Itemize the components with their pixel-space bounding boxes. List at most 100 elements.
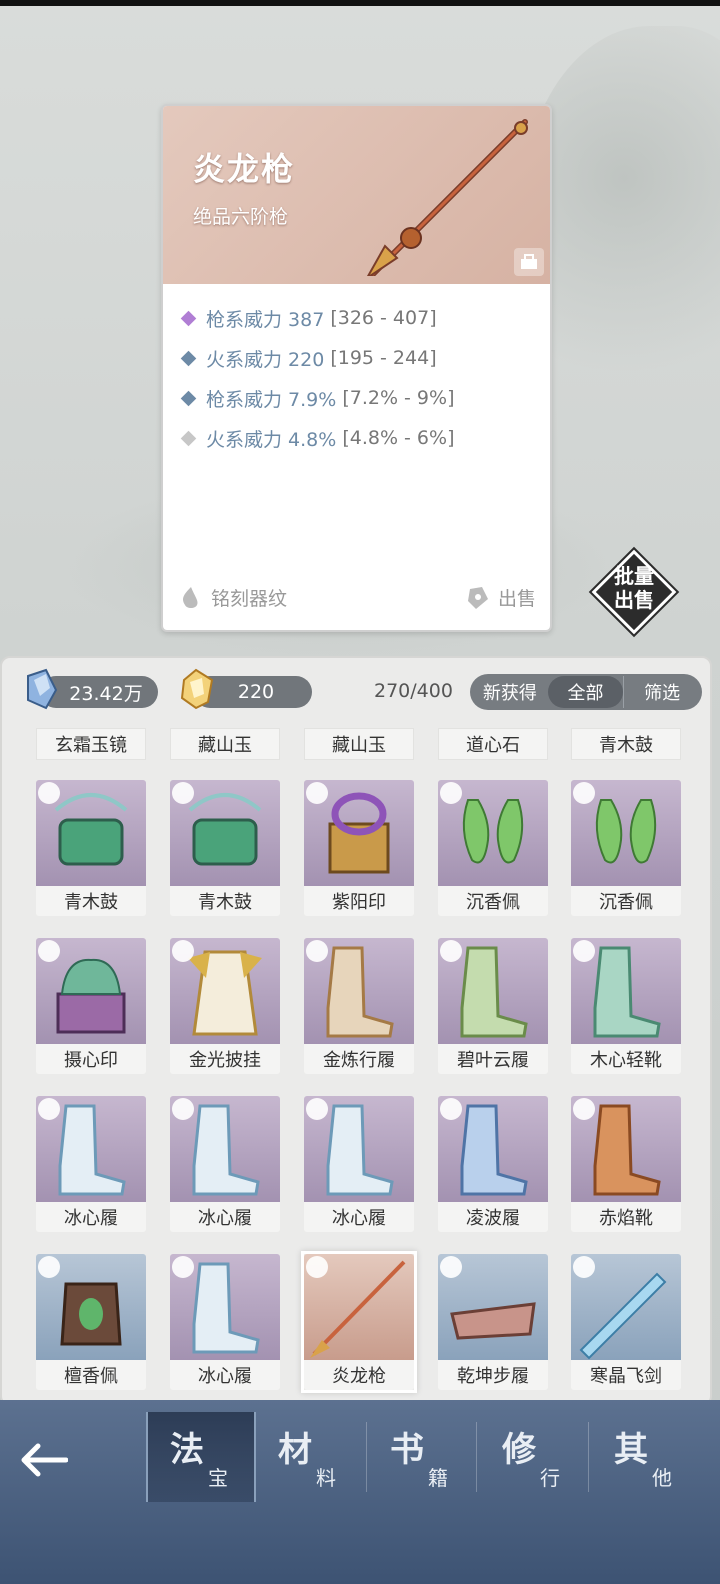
item-slot[interactable]: 冰心履 — [36, 1096, 146, 1232]
stat-range: [4.8% - 6%] — [342, 427, 455, 449]
item-label: 摄心印 — [36, 1044, 146, 1074]
tag-icon — [467, 586, 488, 609]
seal-icon — [36, 938, 146, 1044]
gem-value: 220 — [237, 681, 275, 703]
item-label: 冰心履 — [304, 1202, 414, 1232]
tab-cultivation-small: 行 — [540, 1466, 560, 1490]
tab-other[interactable]: 其 他 — [592, 1412, 702, 1502]
stat-range: [326 - 407] — [330, 307, 437, 329]
stat-name: 火系威力 4.8% — [206, 428, 337, 451]
item-slot[interactable]: 凌波履 — [438, 1096, 548, 1232]
boots-icon — [304, 938, 414, 1044]
item-label: 檀香佩 — [36, 1360, 146, 1390]
item-label: 凌波履 — [438, 1202, 548, 1232]
list-item[interactable]: 道心石 — [438, 728, 548, 760]
drum-icon — [170, 780, 280, 886]
spear-icon — [304, 1254, 414, 1360]
tab-all[interactable]: 全部 — [547, 676, 624, 708]
sword-icon — [571, 1254, 681, 1360]
item-slot[interactable]: 紫阳印 — [304, 780, 414, 916]
type-badge-icon — [440, 940, 462, 962]
bottom-nav: 法 宝 材 料 书 籍 修 行 其 他 — [0, 1400, 720, 1584]
item-slot[interactable]: 木心轻靴 — [571, 938, 681, 1074]
item-slot[interactable]: 摄心印 — [36, 938, 146, 1074]
type-badge-icon — [573, 1098, 595, 1120]
lock-icon[interactable] — [514, 248, 544, 276]
bulk-sell-line2: 出售 — [614, 588, 654, 612]
list-item[interactable]: 藏山玉 — [304, 728, 414, 760]
diamond-icon — [180, 390, 197, 406]
type-badge-icon — [440, 1256, 462, 1278]
item-slot[interactable]: 青木鼓 — [36, 780, 146, 916]
tab-materials-small: 料 — [316, 1466, 336, 1490]
item-label: 赤焰靴 — [571, 1202, 681, 1232]
item-slot-selected[interactable]: 炎龙枪 — [304, 1254, 414, 1390]
item-name: 炎龙枪 — [193, 150, 296, 188]
item-slot[interactable]: 冰心履 — [170, 1096, 280, 1232]
list-item[interactable]: 藏山玉 — [170, 728, 280, 760]
type-badge-icon — [306, 1256, 328, 1278]
item-slot[interactable]: 碧叶云履 — [438, 938, 548, 1074]
engrave-button[interactable]: 铭刻器纹 — [179, 584, 287, 611]
type-badge-icon — [440, 782, 462, 804]
type-badge-icon — [440, 1098, 462, 1120]
item-slot[interactable]: 乾坤步履 — [438, 1254, 548, 1390]
item-slot[interactable]: 冰心履 — [304, 1096, 414, 1232]
tab-other-small: 他 — [652, 1466, 672, 1490]
sell-button[interactable]: 出售 — [466, 584, 536, 611]
item-slot[interactable]: 沉香佩 — [438, 780, 548, 916]
item-label: 碧叶云履 — [438, 1044, 548, 1074]
tab-cultivation[interactable]: 修 行 — [480, 1412, 590, 1502]
tab-new[interactable]: 新获得 — [472, 676, 548, 708]
filter-tabs: 新获得 全部 筛选 — [470, 674, 702, 710]
type-badge-icon — [306, 940, 328, 962]
item-slot[interactable]: 赤焰靴 — [571, 1096, 681, 1232]
back-arrow-icon[interactable] — [18, 1440, 68, 1480]
item-stats: 枪系威力 387 [326 - 407] 火系威力 220 [195 - 244… — [163, 284, 550, 458]
spear-icon — [366, 119, 528, 276]
type-badge-icon — [306, 1098, 328, 1120]
item-slot[interactable]: 檀香佩 — [36, 1254, 146, 1390]
item-slot[interactable]: 寒晶飞剑 — [571, 1254, 681, 1390]
item-slot[interactable]: 沉香佩 — [571, 780, 681, 916]
tab-divider — [366, 1422, 367, 1492]
item-label: 金炼行履 — [304, 1044, 414, 1074]
engrave-label: 铭刻器纹 — [211, 588, 288, 610]
type-badge-icon — [172, 940, 194, 962]
diamond-icon — [180, 310, 197, 326]
item-label: 青木鼓 — [170, 886, 280, 916]
item-label: 炎龙枪 — [304, 1360, 414, 1390]
item-label: 木心轻靴 — [571, 1044, 681, 1074]
stat-row: 火系威力 4.8% [4.8% - 6%] — [180, 418, 550, 458]
tab-filter[interactable]: 筛选 — [623, 676, 700, 708]
item-label: 乾坤步履 — [438, 1360, 548, 1390]
item-detail-card: 炎龙枪 绝品六阶枪 枪系威力 387 [326 - 407] 火系威力 220 … — [161, 104, 552, 632]
flame-icon — [183, 586, 198, 608]
tab-other-big: 其 — [614, 1430, 648, 1470]
boots-icon — [438, 1096, 548, 1202]
item-slot[interactable]: 冰心履 — [170, 1254, 280, 1390]
item-grade: 绝品六阶枪 — [193, 206, 289, 228]
tab-books-small: 籍 — [428, 1466, 448, 1490]
tab-materials[interactable]: 材 料 — [256, 1412, 366, 1502]
tab-treasure[interactable]: 法 宝 — [146, 1412, 256, 1502]
item-slot[interactable]: 青木鼓 — [170, 780, 280, 916]
sell-label: 出售 — [497, 588, 536, 610]
boots-icon — [438, 938, 548, 1044]
list-item[interactable]: 玄霜玉镜 — [36, 728, 146, 760]
diamond-icon — [180, 350, 197, 366]
item-actions: 铭刻器纹 出售 — [163, 570, 550, 630]
shoes-icon — [438, 1254, 548, 1360]
type-badge-icon — [38, 1256, 60, 1278]
item-label: 紫阳印 — [304, 886, 414, 916]
seal-icon — [304, 780, 414, 886]
list-item[interactable]: 青木鼓 — [571, 728, 681, 760]
capacity-count: 270/400 — [374, 680, 453, 702]
item-slot[interactable]: 金光披挂 — [170, 938, 280, 1074]
bulk-sell-button[interactable]: 批量 出售 — [588, 546, 680, 638]
tab-books[interactable]: 书 籍 — [368, 1412, 478, 1502]
diamond-icon — [180, 430, 197, 446]
type-badge-icon — [573, 940, 595, 962]
item-slot[interactable]: 金炼行履 — [304, 938, 414, 1074]
item-label: 冰心履 — [170, 1360, 280, 1390]
